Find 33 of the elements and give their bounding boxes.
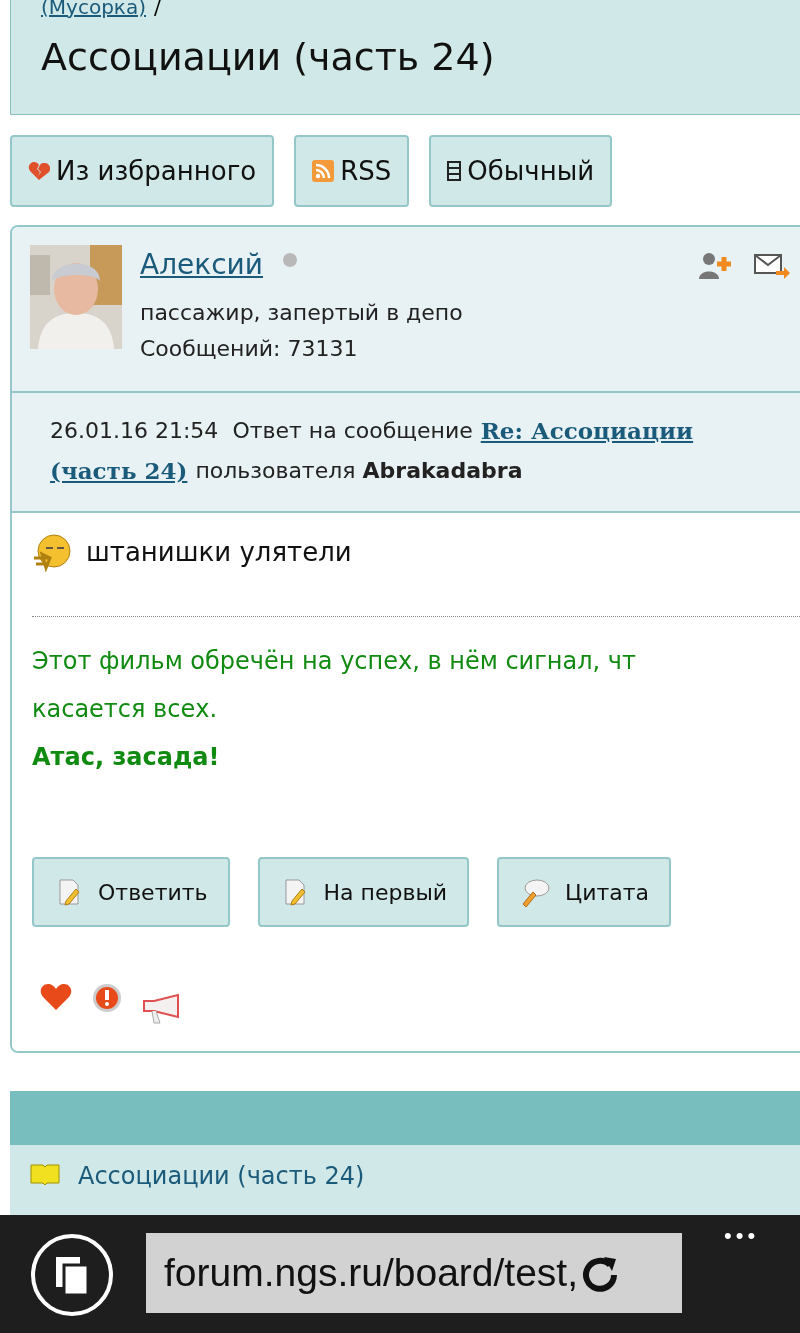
breadcrumb-separator: / [153, 0, 161, 18]
post-text: штанишки улятели [86, 536, 352, 569]
add-user-icon[interactable] [698, 251, 734, 279]
topic-link[interactable]: Ассоциации (часть 24) [78, 1163, 365, 1189]
reply-link[interactable]: (часть 24) [50, 451, 188, 491]
message-count: Сообщений: 73131 [140, 335, 359, 363]
warning-icon[interactable] [92, 983, 122, 1013]
address-field[interactable]: forum.ngs.ru/board/test, [146, 1233, 682, 1313]
post-action-button[interactable]: Цитата [497, 857, 672, 927]
rss-icon [312, 160, 335, 182]
toolbar-button[interactable]: RSS [294, 135, 410, 207]
mail-forward-icon[interactable] [754, 251, 790, 279]
list-icon [447, 161, 462, 181]
reply-author-info: пользователя Abrakadabra [195, 457, 523, 485]
author-link[interactable]: Алексий [140, 245, 263, 285]
toolbar-button[interactable]: Из избранного [10, 135, 275, 207]
tabs-icon[interactable] [30, 1233, 114, 1317]
emoji-icon [32, 533, 72, 572]
page-title: Ассоциации (часть 24) [41, 34, 496, 81]
reply-link[interactable]: Re: Ассоциации [480, 411, 694, 451]
broken-heart-icon [28, 161, 50, 181]
quote-bold-text: Атас, засада! [32, 742, 221, 773]
book-icon [30, 1163, 60, 1185]
quote-text: Этот фильм обречён на успех, в нём сигнал, чт [32, 646, 637, 677]
post-action-button[interactable]: Ответить [32, 857, 230, 927]
more-button[interactable]: ••• [724, 1219, 760, 1252]
toolbar-button[interactable]: Обычный [429, 135, 613, 207]
heart-icon[interactable] [40, 983, 72, 1011]
post-action-button[interactable]: На первый [257, 857, 470, 927]
user-rank: пассажир, запертый в депо [140, 299, 464, 327]
megaphone-icon[interactable] [142, 993, 182, 1025]
reply-info: 26.01.16 21:54 Ответ на сообщение [50, 417, 473, 445]
quote-text: касается всех. [32, 694, 219, 725]
